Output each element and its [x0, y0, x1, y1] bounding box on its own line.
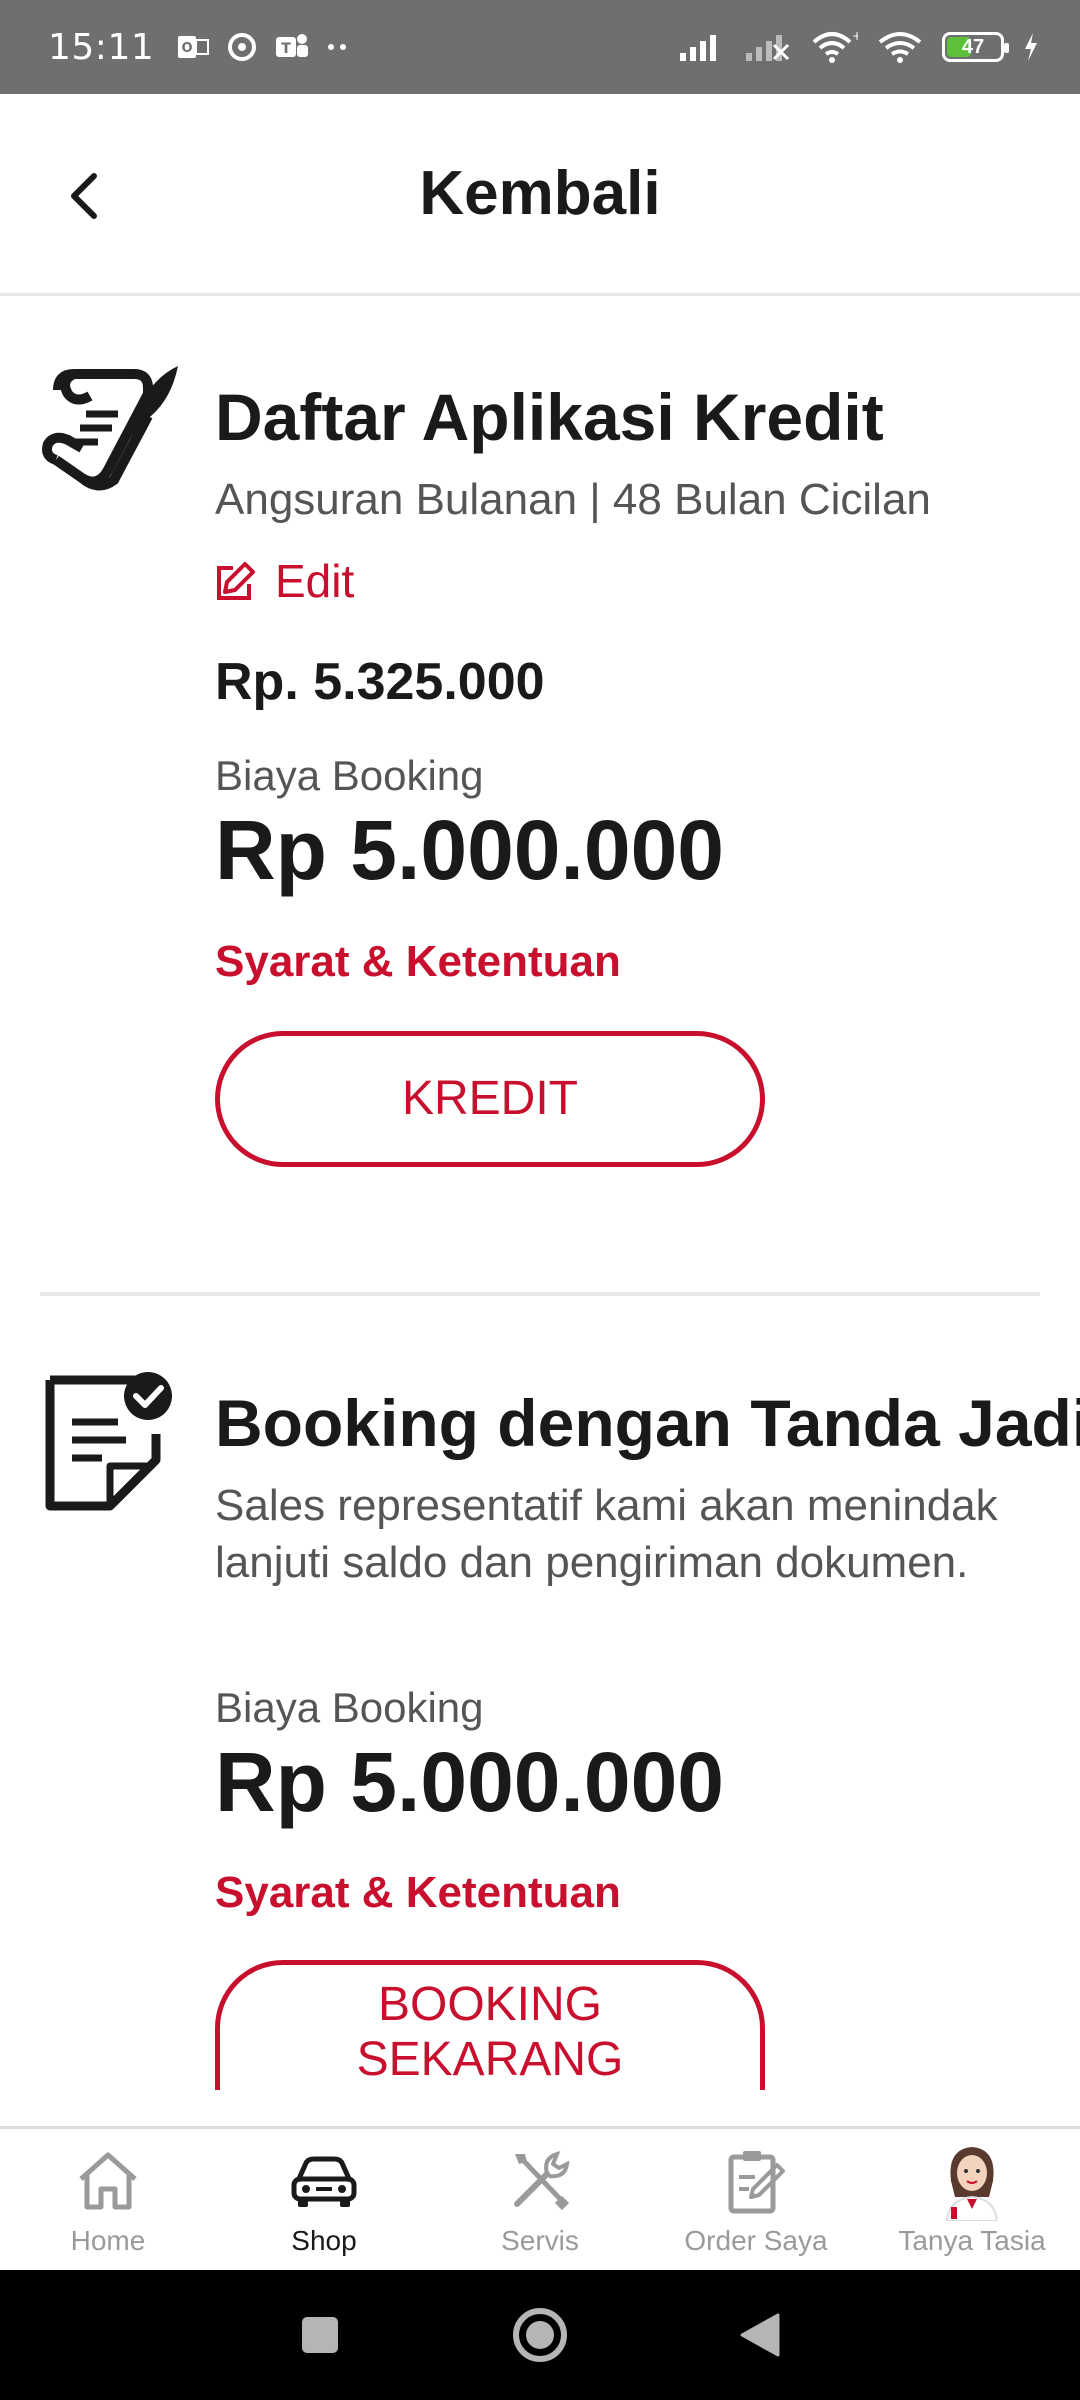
credit-price: Rp. 5.325.000 — [215, 653, 545, 712]
status-time: 15:11 — [48, 26, 155, 68]
home-system-button[interactable] — [505, 2300, 575, 2370]
tools-icon — [500, 2143, 580, 2219]
installment-info: Angsuran Bulanan | 48 Bulan Cicilan — [215, 475, 931, 525]
terms-link-2[interactable]: Syarat & Ketentuan — [215, 1868, 1055, 1918]
scroll-quill-icon — [38, 360, 186, 510]
chevron-left-icon — [71, 173, 97, 219]
section-divider — [40, 1292, 1040, 1296]
car-icon — [284, 2143, 364, 2219]
bottom-navigation: Home Shop Servis Order Saya Tanya Tasia — [0, 2126, 1080, 2270]
system-indicators: + 47 — [678, 30, 1040, 64]
teams-icon: T — [274, 31, 310, 63]
document-check-icon — [44, 1370, 192, 1520]
page-title: Kembali — [419, 159, 661, 228]
clipboard-icon — [716, 2143, 796, 2219]
nav-item-tanya-tasia[interactable]: Tanya Tasia — [864, 2129, 1080, 2270]
nav-label-home: Home — [70, 2225, 146, 2256]
battery-level: 47 — [961, 36, 985, 58]
svg-text:T: T — [281, 41, 291, 57]
booking-card-body: Booking dengan Tanda Jadi Sales represen… — [215, 1384, 1080, 2090]
app-header: Kembali — [0, 94, 1080, 296]
booking-description: Sales representatif kami akan menindak l… — [215, 1481, 998, 1588]
edit-label: Edit — [275, 555, 355, 608]
wifi-icon — [876, 30, 924, 64]
svg-text:+: + — [852, 30, 858, 43]
credit-card-body: Daftar Aplikasi Kredit Angsuran Bulanan … — [215, 378, 1055, 1167]
recent-apps-button[interactable] — [285, 2300, 355, 2370]
booking-now-button[interactable]: BOOKING SEKARANG — [215, 1959, 765, 2090]
outlook-icon: O — [176, 32, 210, 62]
notification-icons: O T — [176, 31, 350, 63]
nav-item-shop[interactable]: Shop — [216, 2129, 432, 2270]
status-bar: 15:11 O T + 47 — [0, 0, 1080, 94]
booking-card-title: Booking dengan Tanda Jadi — [215, 1386, 1080, 1460]
home-icon — [68, 2143, 148, 2219]
assistant-avatar — [932, 2143, 1012, 2221]
booking-fee-amount: Rp 5.000.000 — [215, 803, 725, 898]
location-icon — [226, 31, 258, 63]
back-system-button[interactable] — [725, 2300, 795, 2370]
wifi-calling-icon: + — [810, 30, 858, 64]
nav-label-servis: Servis — [501, 2225, 579, 2256]
booking-button-line2: SEKARANG — [356, 2033, 624, 2087]
square-icon — [302, 2317, 338, 2353]
back-button[interactable] — [44, 156, 124, 236]
nav-item-servis[interactable]: Servis — [432, 2129, 648, 2270]
triangle-back-icon — [740, 2313, 780, 2357]
kredit-button[interactable]: KREDIT — [215, 1030, 765, 1167]
charging-icon — [1022, 31, 1040, 63]
nav-label-shop: Shop — [291, 2225, 357, 2256]
signal-2-icon — [744, 31, 792, 63]
edit-button[interactable]: Edit — [215, 554, 1055, 608]
circle-home-icon — [513, 2308, 567, 2362]
booking-fee-label: Biaya Booking — [215, 752, 484, 800]
svg-text:O: O — [182, 41, 193, 56]
booking-fee-label-2: Biaya Booking — [215, 1683, 484, 1731]
edit-icon — [217, 562, 255, 601]
more-notifications-icon — [326, 42, 350, 52]
credit-card-title: Daftar Aplikasi Kredit — [215, 380, 884, 454]
battery-icon: 47 — [942, 32, 1009, 62]
booking-button-line1: BOOKING — [377, 1977, 603, 2031]
signal-icon — [678, 31, 726, 63]
booking-fee-amount-2: Rp 5.000.000 — [215, 1734, 725, 1829]
nav-item-order-saya[interactable]: Order Saya — [648, 2129, 864, 2270]
terms-link[interactable]: Syarat & Ketentuan — [215, 937, 1055, 987]
system-navigation-bar — [0, 2270, 1080, 2400]
nav-item-home[interactable]: Home — [0, 2129, 216, 2270]
nav-label-order-saya: Order Saya — [684, 2225, 828, 2256]
nav-label-tanya-tasia: Tanya Tasia — [898, 2225, 1046, 2256]
